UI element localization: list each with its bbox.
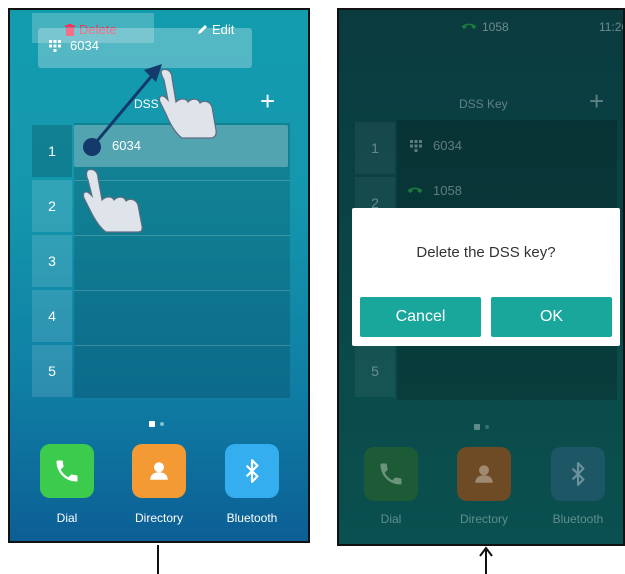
hand-pointer-icon [82, 168, 143, 233]
left-phone-screen: Delete Edit 6034 DSS + 1 2 3 4 5 6034 Di… [8, 8, 310, 543]
dss-key-2[interactable]: 1058 [407, 183, 462, 198]
key-number-1[interactable]: 1 [355, 122, 395, 174]
bluetooth-app-button[interactable] [551, 447, 605, 501]
dial-label: Dial [56, 511, 78, 525]
delete-confirm-dialog: Delete the DSS key? Cancel OK [352, 208, 620, 346]
bluetooth-icon [245, 459, 259, 483]
key-number-5[interactable]: 5 [355, 345, 395, 397]
status-call-number: 1058 [482, 20, 509, 34]
directory-app-button[interactable] [457, 447, 511, 501]
page-title: DSS Key [459, 97, 508, 111]
page-indicator [149, 421, 164, 427]
cancel-button[interactable]: Cancel [360, 297, 481, 337]
bluetooth-label: Bluetooth [552, 512, 604, 526]
dial-app-button[interactable] [364, 447, 418, 501]
dial-label: Dial [380, 512, 402, 526]
contacts-icon [475, 465, 493, 483]
page-indicator [474, 424, 489, 430]
phone-icon [407, 187, 423, 193]
right-phone-screen: 1058 11:26 DSS Key + 1 2 3 4 5 6034 1058… [337, 8, 625, 546]
status-call: 1058 [461, 20, 509, 34]
keypad-icon [410, 139, 422, 152]
bluetooth-icon [571, 462, 585, 486]
dialog-message: Delete the DSS key? [416, 244, 556, 261]
phone-icon [461, 23, 477, 29]
callout-arrow-up-icon [479, 546, 493, 574]
phone-icon [380, 463, 402, 485]
dss-key-1-label: 6034 [433, 138, 462, 153]
directory-app-button[interactable] [132, 444, 186, 498]
callout-line-left [157, 545, 159, 574]
phone-icon [56, 460, 78, 482]
dial-app-button[interactable] [40, 444, 94, 498]
ok-button[interactable]: OK [491, 297, 612, 337]
directory-label: Directory [134, 511, 183, 525]
hand-pointer-icon [158, 68, 217, 139]
bluetooth-app-button[interactable] [225, 444, 279, 498]
status-time: 11:26 [599, 20, 623, 34]
directory-label: Directory [459, 512, 508, 526]
add-key-button[interactable]: + [589, 88, 604, 114]
dss-key-2-label: 1058 [433, 183, 462, 198]
dss-key-1[interactable]: 6034 [409, 138, 462, 153]
bluetooth-label: Bluetooth [226, 511, 278, 525]
contacts-icon [150, 462, 168, 480]
